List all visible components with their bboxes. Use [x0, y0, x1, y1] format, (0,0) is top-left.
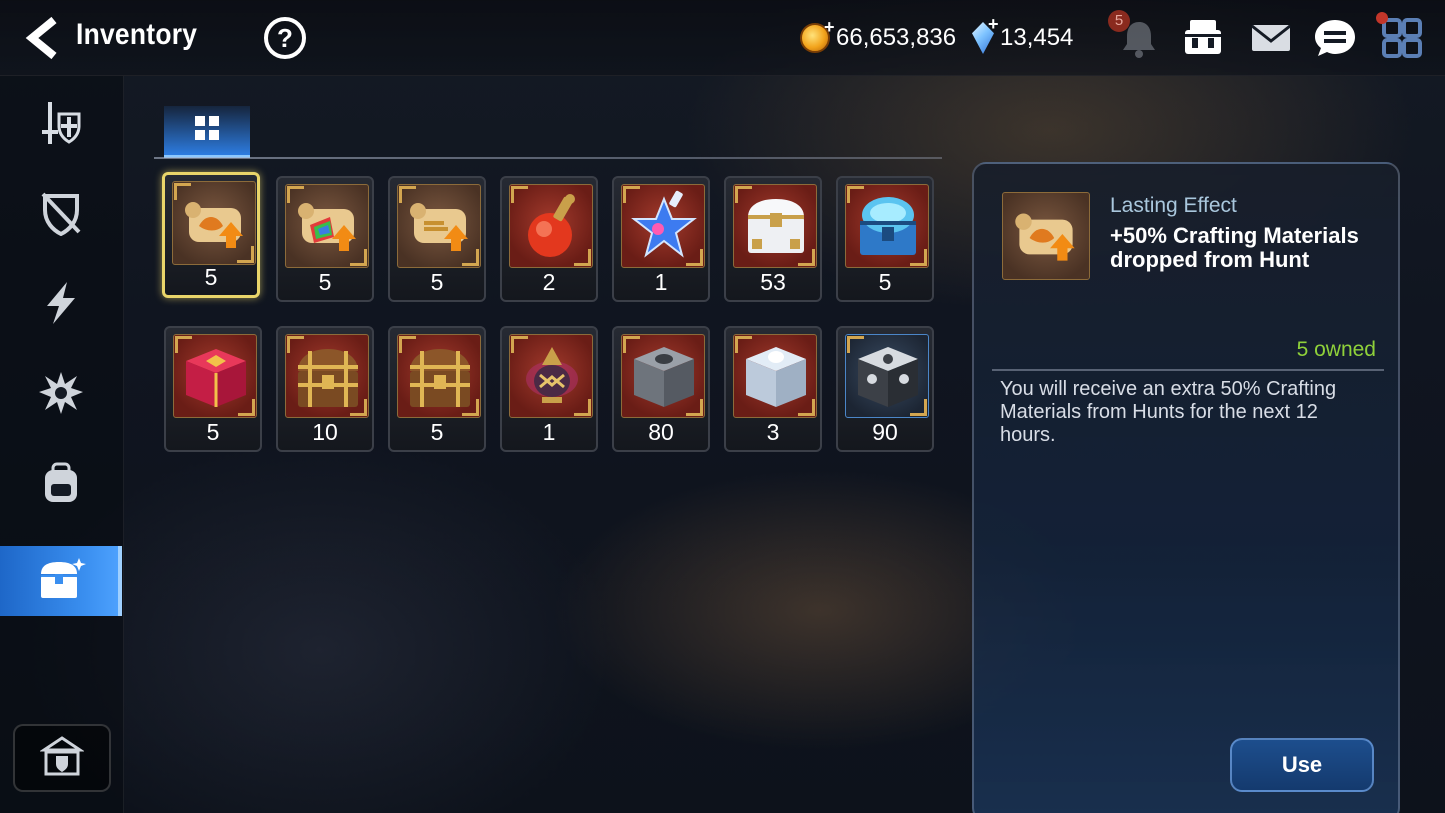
item-count: 5	[430, 419, 444, 445]
sidebar-item-energy[interactable]	[0, 270, 122, 340]
gold-coin-icon: +	[800, 17, 835, 53]
blue-chest-icon	[845, 184, 929, 268]
item-slot[interactable]: 1	[612, 176, 710, 302]
silver-box-icon	[733, 334, 817, 418]
sword-shield-icon	[39, 100, 83, 151]
item-count: 5	[878, 269, 892, 295]
grid-icon	[194, 115, 220, 146]
scroll-orange-icon	[172, 181, 256, 265]
scroll-gold-icon	[397, 184, 481, 268]
spiked-burst-icon	[39, 370, 83, 421]
item-count: 10	[312, 419, 338, 445]
item-slot[interactable]: 5	[276, 176, 374, 302]
sidebar-item-artifacts[interactable]	[0, 360, 122, 430]
item-slot[interactable]: 5	[388, 176, 486, 302]
dark-box-icon	[845, 334, 929, 418]
item-slot[interactable]: 5	[162, 172, 260, 298]
alert-dot	[1376, 12, 1388, 24]
crystal-amount: 13,454	[1000, 24, 1074, 51]
treasure-chest-icon	[35, 556, 87, 607]
item-count: 1	[654, 269, 668, 295]
mail-icon[interactable]	[1248, 16, 1294, 60]
sidebar-item-unequipped[interactable]	[0, 180, 122, 250]
notification-badge: 5	[1108, 10, 1130, 32]
wooden-chest-icon	[397, 334, 481, 418]
item-count: 5	[318, 269, 332, 295]
item-count: 90	[872, 419, 898, 445]
item-detail-panel: Lasting Effect +50% Crafting Materials d…	[972, 162, 1400, 813]
star-potion-icon	[621, 184, 705, 268]
grey-box-icon	[621, 334, 705, 418]
item-slot[interactable]: 2	[500, 176, 598, 302]
chat-icon[interactable]	[1312, 16, 1358, 60]
white-chest-icon	[733, 184, 817, 268]
backpack-icon	[39, 460, 83, 511]
item-slot[interactable]: 5	[836, 176, 934, 302]
item-count: 1	[542, 419, 556, 445]
item-description: You will receive an extra 50% Crafting M…	[1000, 378, 1337, 446]
item-count: 3	[766, 419, 780, 445]
item-count: 2	[542, 269, 556, 295]
divider	[992, 369, 1384, 371]
help-icon[interactable]: ?	[264, 17, 306, 59]
back-arrow-icon[interactable]	[22, 16, 62, 60]
item-count: 53	[760, 269, 786, 295]
item-count: 80	[648, 419, 674, 445]
sidebar-item-equipment[interactable]	[0, 90, 122, 160]
scroll-rainbow-icon	[285, 184, 369, 268]
item-slot[interactable]: 10	[276, 326, 374, 452]
sidebar-item-consumables[interactable]	[0, 546, 122, 616]
tab-all-items[interactable]	[164, 106, 250, 158]
red-box-icon	[173, 334, 257, 418]
item-slot[interactable]: 5	[164, 326, 262, 452]
item-count: 5	[430, 269, 444, 295]
guild-hall-button[interactable]	[13, 724, 111, 792]
shop-icon[interactable]	[1180, 16, 1226, 60]
item-slot[interactable]: 5	[388, 326, 486, 452]
red-potion-icon	[509, 184, 593, 268]
sidebar-item-materials[interactable]	[0, 450, 122, 520]
gold-amount: 66,653,836	[836, 24, 957, 51]
item-category: Lasting Effect	[1110, 194, 1237, 217]
item-slot[interactable]: 3	[724, 326, 822, 452]
gold-currency[interactable]: + 66,653,836	[800, 17, 957, 56]
wooden-chest-icon	[285, 334, 369, 418]
menu-grid-icon[interactable]	[1380, 16, 1426, 60]
lightning-icon	[39, 280, 83, 331]
page-title: Inventory	[76, 18, 198, 51]
top-bar: Inventory ? + 66,653,836 + 13,454 5	[0, 0, 1445, 76]
guild-hall-icon	[39, 735, 85, 781]
item-slot[interactable]: 90	[836, 326, 934, 452]
item-count: 5	[204, 264, 218, 290]
crossed-shield-icon	[39, 190, 83, 241]
scroll-orange-icon	[1002, 192, 1090, 280]
tab-divider	[154, 157, 942, 159]
item-name: +50% Crafting Materials dropped from Hun…	[1110, 223, 1359, 272]
lamp-icon	[509, 334, 593, 418]
item-slot[interactable]: 1	[500, 326, 598, 452]
owned-count: 5 owned	[1296, 338, 1376, 361]
item-slot[interactable]: 80	[612, 326, 710, 452]
item-count: 5	[206, 419, 220, 445]
use-button[interactable]: Use	[1230, 738, 1374, 792]
category-sidebar	[0, 76, 124, 813]
crystal-currency[interactable]: + 13,454	[972, 14, 1074, 56]
item-slot[interactable]: 53	[724, 176, 822, 302]
